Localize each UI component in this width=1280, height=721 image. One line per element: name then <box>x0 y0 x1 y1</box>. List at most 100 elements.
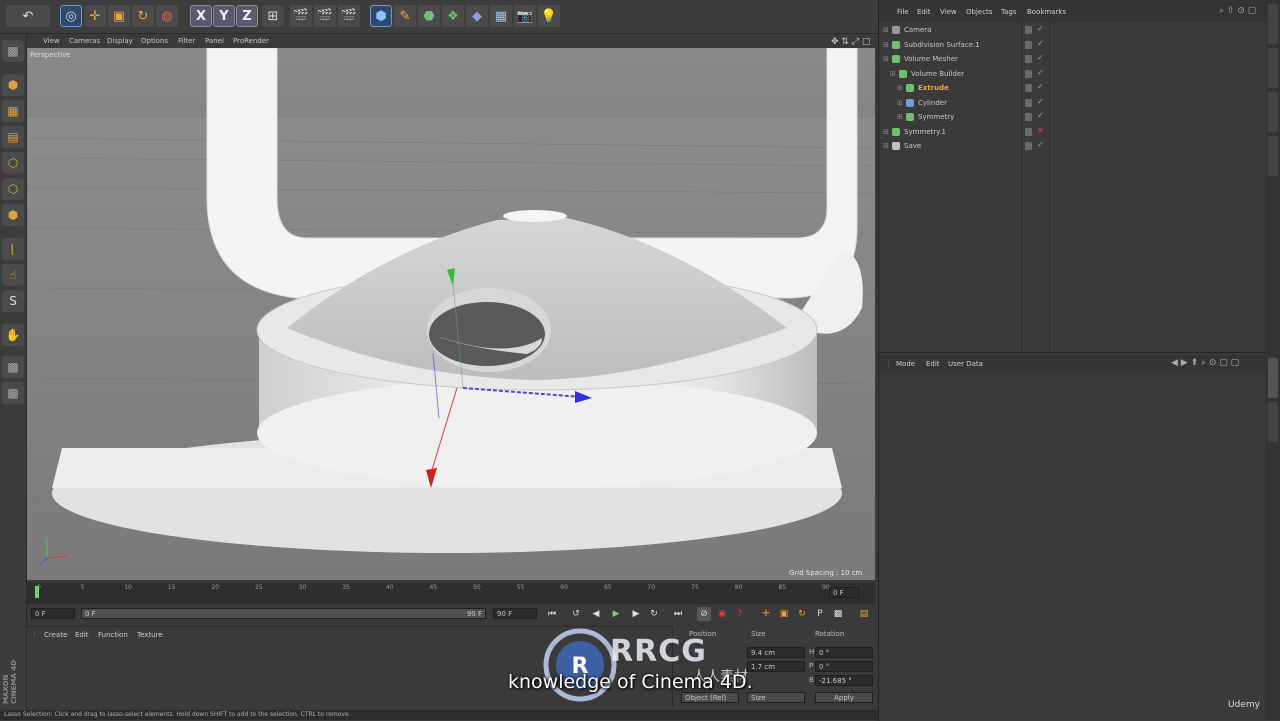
object-name[interactable]: Subdivision Surface.1 <box>904 41 980 49</box>
recent-tools-icon[interactable]: ◍ <box>156 5 178 27</box>
object-name[interactable]: Symmetry <box>918 113 954 121</box>
material-menu-function[interactable]: Function <box>98 631 128 639</box>
floor-icon[interactable]: ▦ <box>490 5 512 27</box>
perspective-viewport[interactable]: Perspective Grid Spacing : 10 cm <box>27 48 875 580</box>
object-name[interactable]: Volume Builder <box>911 70 964 78</box>
playhead[interactable] <box>35 586 39 598</box>
objmenu-edit[interactable]: Edit <box>917 8 931 16</box>
expand-icon[interactable]: ⊞ <box>897 84 903 92</box>
material-menu-texture[interactable]: Texture <box>137 631 163 639</box>
attr-nav-icons[interactable]: ◀ ▶ ⬆ ⌕ ⊙ ▢ ▢ <box>1171 358 1239 368</box>
timeline-ruler[interactable]: 051015202530354045505560657075808590 0 F <box>27 582 875 604</box>
object-name[interactable]: Extrude <box>918 84 949 92</box>
visibility-icon[interactable] <box>1025 84 1032 92</box>
objmenu-bookmarks[interactable]: Bookmarks <box>1027 8 1066 16</box>
size-x-field[interactable]: 9.4 cm <box>747 647 805 658</box>
material-menu-create[interactable]: Create <box>44 631 67 639</box>
tweak-mode-icon[interactable]: ☝ <box>2 264 24 286</box>
visibility-icon[interactable] <box>1025 98 1032 107</box>
viewport-menu-filter[interactable]: Filter <box>178 37 195 45</box>
enabled-check-icon[interactable]: ✓ <box>1037 140 1044 149</box>
enabled-check-icon[interactable]: ✓ <box>1037 111 1044 120</box>
axis-mode-icon[interactable]: ⌊ <box>2 238 24 260</box>
autokey-icon[interactable]: ◉ <box>715 607 729 621</box>
size-mode-select[interactable]: Size <box>747 692 805 703</box>
object-row[interactable]: ⊞ Volume Builder ✓ <box>879 68 1267 82</box>
object-row[interactable]: ⊞ Symmetry.1 ✕ <box>879 126 1267 140</box>
viewport-menu-options[interactable]: Options <box>141 37 168 45</box>
timeline-layout-icon[interactable]: ▤ <box>857 607 871 621</box>
visibility-icon[interactable] <box>1025 142 1032 150</box>
points-mode-icon[interactable]: ⬡ <box>2 152 24 174</box>
visibility-icon[interactable] <box>1025 55 1032 63</box>
object-row[interactable]: ⊞ Subdivision Surface.1 ✓ <box>879 39 1267 53</box>
object-row[interactable]: ⊞ Volume Mesher ✓ <box>879 53 1267 67</box>
pla-key-icon[interactable]: ▩ <box>831 607 845 621</box>
attrmenu-user-data[interactable]: User Data <box>948 360 983 368</box>
polygons-mode-icon[interactable]: ⬢ <box>2 204 24 226</box>
x-axis-lock-icon[interactable]: X <box>190 5 212 27</box>
play-icon[interactable]: ▶ <box>609 607 623 621</box>
tab-layers[interactable] <box>1268 402 1278 442</box>
expand-icon[interactable]: ⊞ <box>883 55 889 63</box>
record-keys-icon[interactable]: ⊘ <box>697 607 711 621</box>
enabled-check-icon[interactable]: ✓ <box>1037 68 1044 77</box>
texture-mode-icon[interactable]: ▦ <box>2 100 24 122</box>
camera-icon[interactable]: 📷 <box>514 5 536 27</box>
visibility-icon[interactable] <box>1025 113 1032 121</box>
attrmenu-edit[interactable]: Edit <box>926 360 940 368</box>
size-y-field[interactable]: 1.7 cm <box>747 661 805 672</box>
pen-icon[interactable]: ✎ <box>394 5 416 27</box>
deformer-icon[interactable]: ◆ <box>466 5 488 27</box>
rot-p-field[interactable]: 0 ° <box>815 661 873 672</box>
expand-icon[interactable]: ⊞ <box>897 113 903 121</box>
object-row[interactable]: ⊞ Symmetry ✓ <box>879 111 1267 125</box>
subdivision-icon[interactable]: ⬣ <box>418 5 440 27</box>
cube-icon[interactable]: ⬢ <box>370 5 392 27</box>
viewport-nav-icon[interactable]: ✥ ⇅ ⤢ ▢ <box>831 37 870 47</box>
objmenu-file[interactable]: File <box>897 8 909 16</box>
render-settings-icon[interactable]: 🎬 <box>338 5 360 27</box>
enabled-check-icon[interactable]: ✓ <box>1037 53 1044 62</box>
object-row[interactable]: ⊞ Camera ✓ <box>879 24 1267 38</box>
range-slider[interactable]: 0 F 90 F <box>81 608 486 619</box>
expand-icon[interactable]: ⊞ <box>883 26 889 34</box>
move-icon[interactable]: ✛ <box>84 5 106 27</box>
render-picture-viewer-icon[interactable]: 🎬 <box>314 5 336 27</box>
live-selection-icon[interactable]: ◎ <box>60 5 82 27</box>
current-frame-field[interactable]: 0 F <box>31 608 75 619</box>
attrmenu-mode[interactable]: Mode <box>896 360 915 368</box>
lock-workplane-icon[interactable]: ▩ <box>2 356 24 378</box>
rotate-icon[interactable]: ↻ <box>132 5 154 27</box>
material-menu-edit[interactable]: Edit <box>75 631 89 639</box>
disabled-icon[interactable]: ✕ <box>1037 126 1044 135</box>
visibility-icon[interactable] <box>1025 69 1032 78</box>
end-frame-field[interactable]: 90 F <box>493 608 537 619</box>
previous-key-icon[interactable]: ↺ <box>569 607 583 621</box>
scale-icon[interactable]: ▣ <box>108 5 130 27</box>
expand-icon[interactable]: ⊞ <box>897 99 903 107</box>
material-panel-grip-icon[interactable]: ⋮ <box>31 631 38 639</box>
go-to-end-icon[interactable]: ⏭ <box>671 607 685 621</box>
grid-icon[interactable]: ▩ <box>2 382 24 404</box>
array-icon[interactable]: ❖ <box>442 5 464 27</box>
viewport-menu-panel[interactable]: Panel <box>205 37 224 45</box>
attr-grip-icon[interactable]: ⋮ <box>885 360 892 368</box>
next-key-icon[interactable]: ↻ <box>647 607 661 621</box>
object-name[interactable]: Save <box>904 142 921 150</box>
object-name[interactable]: Volume Mesher <box>904 55 958 63</box>
rotation-key-icon[interactable]: ↻ <box>795 607 809 621</box>
enabled-check-icon[interactable]: ✓ <box>1037 39 1044 48</box>
tab-structure[interactable] <box>1268 136 1278 176</box>
rot-b-field[interactable]: -21.685 ° <box>815 675 873 686</box>
expand-icon[interactable]: ⊞ <box>883 41 889 49</box>
rot-h-field[interactable]: 0 ° <box>815 647 873 658</box>
objmenu-objects[interactable]: Objects <box>966 8 992 16</box>
expand-icon[interactable]: ⊞ <box>883 128 889 136</box>
viewport-menu-display[interactable]: Display <box>107 37 133 45</box>
enabled-check-icon[interactable]: ✓ <box>1037 97 1044 106</box>
go-to-start-icon[interactable]: ⏮ <box>545 607 559 621</box>
object-row[interactable]: ⊞ Extrude ✓ <box>879 82 1267 96</box>
parameter-key-icon[interactable]: P <box>813 607 827 621</box>
tab-content-browser[interactable] <box>1268 92 1278 132</box>
